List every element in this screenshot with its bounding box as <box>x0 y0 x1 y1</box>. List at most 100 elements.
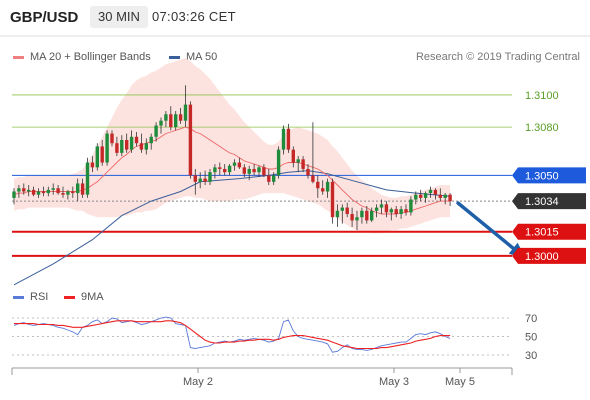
candle-body <box>340 207 344 211</box>
candle-body <box>198 178 202 182</box>
candle-body <box>291 149 295 163</box>
candle-body <box>46 189 50 194</box>
candle-body <box>100 146 104 163</box>
candle-body <box>203 178 207 182</box>
candle-body <box>316 181 320 189</box>
candle-body <box>281 128 286 150</box>
candle-body <box>355 217 359 221</box>
price-label-1-3100: 1.3100 <box>525 90 559 102</box>
candle-body <box>370 210 374 221</box>
candle-body <box>345 207 349 214</box>
rsi-tick-label: 70 <box>525 313 537 325</box>
candle-body <box>404 209 408 213</box>
candle-body <box>95 146 99 168</box>
candle-body <box>272 175 276 182</box>
candle-body <box>223 168 227 173</box>
candle-body <box>139 143 144 150</box>
candle-body <box>90 162 95 168</box>
candle-body <box>164 114 168 121</box>
candle-body <box>115 143 119 153</box>
candle-body <box>384 204 389 213</box>
price-label-1-3000: 1.3000 <box>512 247 586 264</box>
candle-body <box>389 209 393 213</box>
price-label-text: 1.3050 <box>525 170 559 182</box>
chart-canvas[interactable]: 1.3100 1.3080 1.3050 1.3034 1.3015 1.3000 30 50… <box>0 0 590 400</box>
candle-body <box>22 188 26 192</box>
candle-body <box>27 189 31 192</box>
candle-body <box>61 193 65 195</box>
candle-body <box>252 168 256 173</box>
candle-body <box>144 143 148 150</box>
candle-body <box>325 181 330 192</box>
candle-body <box>242 167 246 174</box>
candle <box>330 178 335 224</box>
candle-body <box>438 194 442 198</box>
price-label-1-3034: 1.3034 <box>512 193 586 210</box>
candle-body <box>129 136 134 150</box>
candle-body <box>330 181 335 218</box>
candle-body <box>443 194 447 198</box>
candle-body <box>286 128 291 150</box>
candle-body <box>257 167 261 173</box>
price-label-text: 1.3034 <box>525 196 559 208</box>
candle-body <box>321 188 325 192</box>
candle-body <box>154 125 158 137</box>
rsi-tick-label: 50 <box>525 332 537 344</box>
candle-body <box>80 183 85 195</box>
rsi-tick-label: 30 <box>525 350 537 362</box>
price-label-text: 1.3100 <box>525 90 559 102</box>
x-tick-label: May 5 <box>445 376 475 388</box>
candle-body <box>188 104 193 176</box>
candle-body <box>208 172 212 182</box>
candle-body <box>374 207 379 211</box>
candle-body <box>149 136 153 144</box>
candle-body <box>110 133 114 144</box>
candle-body <box>428 189 433 194</box>
candle-body <box>247 168 251 174</box>
candle-body <box>41 191 46 194</box>
price-label-1-3015: 1.3015 <box>512 223 586 240</box>
x-tick-label: May 2 <box>183 376 213 388</box>
bollinger-band <box>14 58 451 234</box>
candle-body <box>262 167 266 176</box>
candle-body <box>448 194 452 202</box>
candle <box>188 101 193 179</box>
candle-body <box>419 194 423 198</box>
candle-body <box>306 168 310 176</box>
forecast-arrow-shaft <box>456 201 525 258</box>
candle-body <box>12 191 16 198</box>
candle-body <box>379 204 384 208</box>
candle-body <box>399 209 403 214</box>
candle-body <box>183 104 188 121</box>
candle-body <box>85 162 90 195</box>
candle-body <box>267 175 271 182</box>
rsi-series-9ma <box>14 320 451 350</box>
x-tick-label: May 3 <box>379 376 409 388</box>
candle-body <box>174 114 178 128</box>
candle-body <box>134 136 139 144</box>
candle-body <box>76 183 80 194</box>
candle-body <box>213 167 217 173</box>
candle-body <box>276 149 281 176</box>
price-label-text: 1.3000 <box>525 251 559 263</box>
candle-body <box>365 210 369 221</box>
candle-body <box>120 140 124 153</box>
candle-body <box>105 133 109 163</box>
candle-body <box>125 140 129 150</box>
candle-body <box>394 209 398 214</box>
candle-body <box>193 175 197 182</box>
candle-body <box>71 191 75 194</box>
price-label-1-3050: 1.3050 <box>512 167 586 184</box>
candle-body <box>232 162 237 166</box>
candle <box>95 143 99 171</box>
candle-body <box>237 162 242 168</box>
candle-body <box>409 199 413 213</box>
candle-body <box>296 159 300 163</box>
candle-body <box>311 175 315 182</box>
candle <box>286 123 291 153</box>
candle-body <box>51 188 55 190</box>
price-label-1-3080: 1.3080 <box>525 122 559 134</box>
candle-body <box>218 167 222 169</box>
candle-body <box>56 188 60 194</box>
candle-body <box>169 114 173 128</box>
